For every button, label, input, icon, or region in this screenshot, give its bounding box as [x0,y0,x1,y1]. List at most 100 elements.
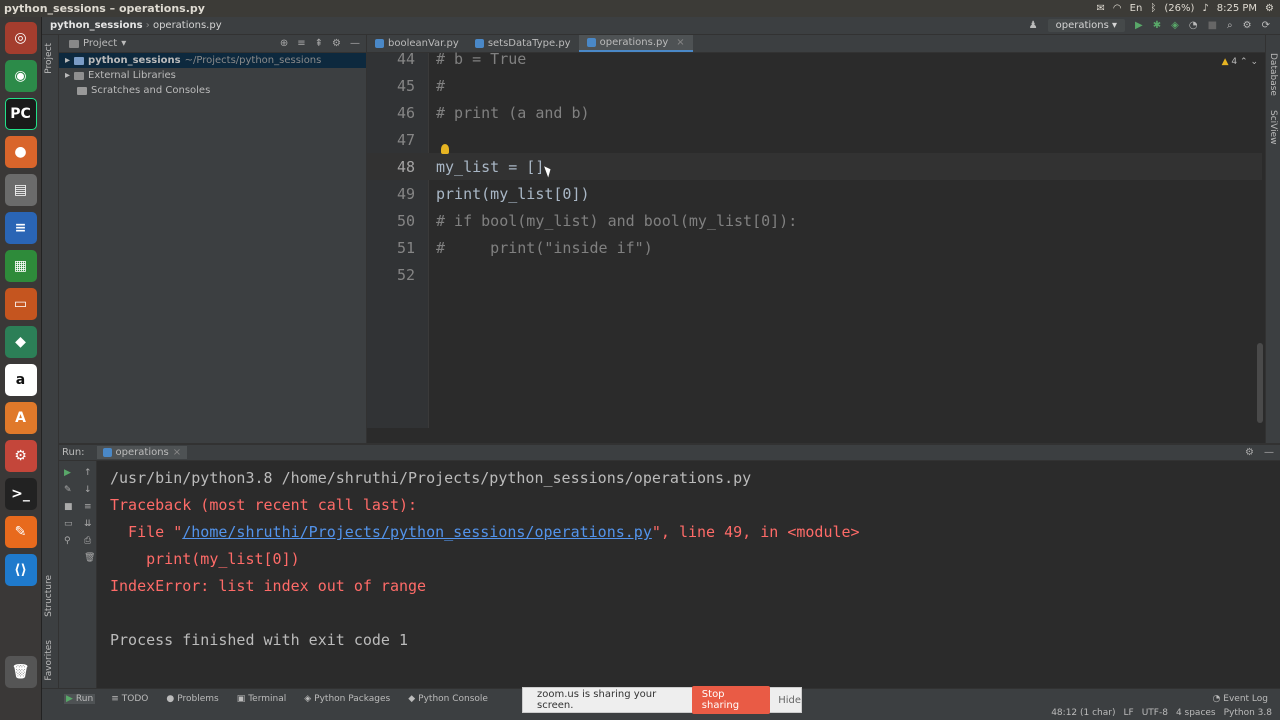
tab-python-packages[interactable]: ◈ Python Packages [302,694,392,704]
firefox-icon[interactable]: ● [4,136,37,168]
project-panel-title[interactable]: Project [83,38,117,49]
database-tool-tab[interactable]: Database [1268,53,1278,96]
scroll-to-end-icon[interactable]: ⇊ [84,519,94,529]
code-area[interactable]: 44 # b = True 45 # 46 # print (a and b) … [367,50,1262,428]
debug-icon[interactable]: ✱ [1153,20,1161,31]
collapse-all-icon[interactable]: ⇞ [315,38,323,49]
calc-icon[interactable]: ▦ [4,250,37,282]
breadcrumb-project[interactable]: python_sessions [50,20,143,31]
code-line-50[interactable]: 50 # if bool(my_list) and bool(my_list[0… [367,207,1262,234]
battery-status[interactable]: (26%) [1164,3,1194,14]
chevron-up-icon[interactable]: ⌃ [1240,57,1248,67]
code-line-51[interactable]: 51 # print("inside if") [367,234,1262,261]
event-log-button[interactable]: ◔ Event Log [1213,694,1268,704]
tab-terminal[interactable]: ▣ Terminal [235,694,289,704]
clock[interactable]: 8:25 PM [1217,3,1257,14]
chevron-down-icon[interactable]: ⌄ [1250,57,1258,67]
code-line-48[interactable]: 48 my_list = [] [367,153,1262,180]
lightbulb-icon[interactable] [441,144,449,154]
run-tab-operations[interactable]: operations × [96,446,188,459]
soft-wrap-icon[interactable]: ≡ [84,502,94,512]
profile-icon[interactable]: ◔ [1189,20,1198,31]
expand-all-icon[interactable]: ≡ [297,38,305,49]
trash-icon[interactable]: 🗑 [4,656,37,688]
tab-problems[interactable]: ● Problems [164,694,220,704]
software-center-icon[interactable]: A [4,402,37,434]
scroll-down-icon[interactable]: ↓ [84,485,94,495]
expand-arrow-icon[interactable]: ▸ [65,55,70,66]
interpreter-setting[interactable]: Python 3.8 [1224,708,1272,718]
chrome-icon[interactable]: ◉ [4,60,37,92]
ide-settings-icon[interactable]: ⚙ [1243,20,1252,31]
updates-icon[interactable]: ⟳ [1262,20,1270,31]
power-icon[interactable]: ⚙ [1265,3,1274,14]
code-line-46[interactable]: 46 # print (a and b) [367,99,1262,126]
settings-icon[interactable]: ⚙ [4,440,37,472]
code-line-52[interactable]: 52 [367,261,1262,288]
caret-position[interactable]: 48:12 (1 char) [1051,708,1115,718]
inspection-widget[interactable]: ▲ 4 ⌃ ⌄ [1222,57,1258,67]
breadcrumb-file[interactable]: operations.py [153,20,222,31]
rerun-icon[interactable]: ▶ [64,468,74,478]
chevron-down-icon[interactable]: ▾ [121,38,126,49]
impress-icon[interactable]: ▭ [4,288,37,320]
code-line-44[interactable]: 44 # b = True [367,45,1262,72]
volume-icon[interactable]: ♪ [1202,3,1208,14]
scroll-up-icon[interactable]: ↑ [84,468,94,478]
keyboard-lang[interactable]: En [1130,3,1143,14]
print-icon[interactable]: ⎙ [84,536,94,546]
gear-icon[interactable]: ⚙ [1245,447,1254,458]
hide-icon[interactable]: — [1264,447,1274,458]
close-icon[interactable]: × [173,447,181,458]
indent-setting[interactable]: 4 spaces [1176,708,1216,718]
code-line-45[interactable]: 45 # [367,72,1262,99]
editor-scrollbar[interactable] [1257,343,1263,423]
hide-button[interactable]: Hide [778,695,801,706]
run-icon[interactable]: ▶ [1135,20,1143,31]
layout-icon[interactable]: ▭ [64,519,74,529]
hide-icon[interactable]: — [350,38,360,49]
ubuntu-dash-icon[interactable]: ◎ [4,22,37,54]
code-line-47[interactable]: 47 [367,126,1262,153]
tree-item-scratches[interactable]: Scratches and Consoles [59,83,366,98]
writer-icon[interactable]: ≡ [4,212,37,244]
wifi-icon[interactable]: ◠ [1113,3,1122,14]
coverage-icon[interactable]: ◈ [1171,20,1179,31]
app-green-icon[interactable]: ◆ [4,326,37,358]
wrench-icon[interactable]: ✎ [64,485,74,495]
stop-sharing-button[interactable]: Stop sharing [691,686,771,714]
vscode-icon[interactable]: ⟨⟩ [4,554,37,586]
tree-item-external-libraries[interactable]: ▸ External Libraries [59,68,366,83]
structure-tool-tab[interactable]: Structure [44,575,54,617]
sciview-tool-tab[interactable]: SciView [1268,110,1278,145]
tree-item-python-sessions[interactable]: ▸ python_sessions ~/Projects/python_sess… [59,53,366,68]
expand-arrow-icon[interactable]: ▸ [65,70,70,81]
postman-icon[interactable]: ✎ [4,516,37,548]
search-icon[interactable]: ⌕ [1227,20,1233,31]
stop-icon[interactable]: ■ [64,502,74,512]
bluetooth-icon[interactable]: ᛒ [1150,3,1156,14]
user-icon[interactable]: ♟ [1029,20,1038,31]
trash-icon[interactable]: 🗑 [84,553,95,563]
run-config-select[interactable]: operations ▾ [1047,19,1126,32]
locate-icon[interactable]: ⊕ [280,38,288,49]
tab-python-console[interactable]: ◆ Python Console [406,694,490,704]
tab-run[interactable]: ▶ Run [64,694,96,704]
terminal-icon[interactable]: >_ [4,478,37,510]
pycharm-icon[interactable]: PC [4,98,37,130]
line-separator[interactable]: LF [1123,708,1133,718]
code-line-49[interactable]: 49 print(my_list[0]) [367,180,1262,207]
project-tool-tab[interactable]: Project [44,43,54,74]
favorites-tool-tab[interactable]: Favorites [44,640,54,681]
amazon-icon[interactable]: a [4,364,37,396]
mail-icon[interactable]: ✉ [1097,3,1105,14]
traceback-file-link[interactable]: /home/shruthi/Projects/python_sessions/o… [182,523,652,541]
console-output[interactable]: /usr/bin/python3.8 /home/shruthi/Project… [110,465,860,654]
tab-todo[interactable]: ≡ TODO [109,694,150,704]
files-icon[interactable]: ▤ [4,174,37,206]
pin-icon[interactable]: ⚲ [64,536,74,546]
file-encoding[interactable]: UTF-8 [1142,708,1168,718]
code-editor[interactable]: 44 # b = True 45 # 46 # print (a and b) … [367,50,1280,443]
gear-icon[interactable]: ⚙ [332,38,341,49]
stop-icon[interactable]: ■ [1208,20,1217,31]
